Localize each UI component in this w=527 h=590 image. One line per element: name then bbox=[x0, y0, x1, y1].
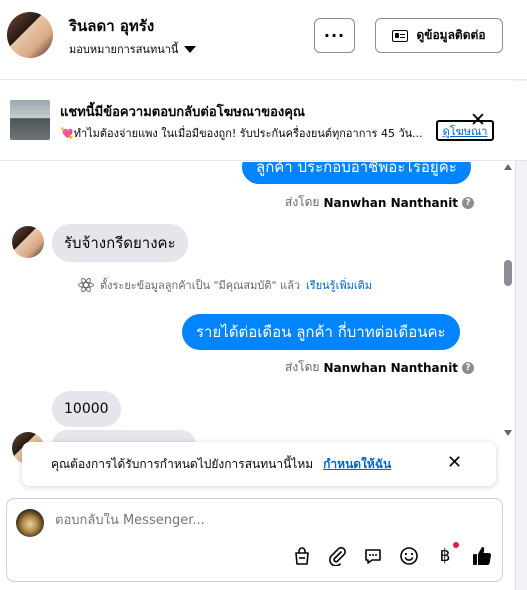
assign-reminder-popup: คุณต้องการได้รับการกำหนดไปยังการสนทนานี้… bbox=[22, 442, 496, 486]
sent-by-label: ส่งโดย Nanwhan Nanthanit ? bbox=[285, 193, 475, 212]
sent-by-label: ส่งโดย Nanwhan Nanthanit ? bbox=[285, 358, 475, 377]
id-card-icon bbox=[392, 29, 409, 42]
notification-dot bbox=[453, 542, 459, 548]
conversation-header: รินลดา อุทรัง มอบหมายการสนทนานี้ ··· ดูข… bbox=[0, 0, 527, 80]
incoming-message[interactable]: รับจ้างกรีดยางคะ bbox=[52, 224, 188, 262]
assign-label: มอบหมายการสนทนานี้ bbox=[69, 43, 179, 56]
shopping-bag-icon[interactable] bbox=[291, 545, 313, 567]
sent-by-prefix: ส่งโดย bbox=[285, 360, 320, 374]
atom-icon bbox=[78, 276, 94, 294]
saved-replies-icon[interactable] bbox=[362, 545, 384, 567]
learn-more-link[interactable]: เรียนรู้เพิ่มเติม bbox=[306, 276, 372, 294]
scroll-thumb[interactable] bbox=[504, 260, 512, 286]
close-icon[interactable]: ✕ bbox=[447, 454, 462, 472]
page-avatar bbox=[16, 509, 44, 537]
scroll-up-arrow-icon[interactable] bbox=[504, 164, 512, 170]
thread-scrollbar[interactable] bbox=[503, 162, 515, 437]
paperclip-icon[interactable] bbox=[326, 545, 348, 567]
contact-avatar-small[interactable] bbox=[12, 226, 44, 258]
ad-banner-description: 💘ทำไมต้องจ่ายแพง ในเมื่อมีของถูก! รับประ… bbox=[60, 127, 423, 140]
assign-conversation-dropdown[interactable]: มอบหมายการสนทนานี้ bbox=[69, 40, 197, 58]
view-contact-info-button[interactable]: ดูข้อมูลติดต่อ bbox=[375, 18, 503, 53]
caret-down-icon bbox=[184, 45, 197, 53]
more-options-icon: ··· bbox=[323, 26, 346, 45]
scroll-down-arrow-icon[interactable] bbox=[504, 430, 512, 436]
ad-banner-title: แชทนี้มีข้อความตอบกลับต่อโฆษณาของคุณ bbox=[60, 105, 305, 120]
system-note-text: ตั้งระยะข้อมูลลูกค้าเป็น "มีคุณสมบัติ" แ… bbox=[100, 279, 301, 292]
emoji-icon[interactable] bbox=[398, 545, 420, 567]
message-composer: ฿ bbox=[6, 498, 503, 582]
help-icon[interactable]: ? bbox=[462, 361, 475, 374]
sent-by-prefix: ส่งโดย bbox=[285, 195, 320, 209]
help-icon[interactable]: ? bbox=[462, 196, 475, 209]
more-options-button[interactable]: ··· bbox=[314, 18, 355, 53]
outgoing-message[interactable]: รายได้ต่อเดือน ลูกค้า กี่บาทต่อเดือนคะ bbox=[182, 314, 460, 350]
reminder-text: คุณต้องการได้รับการกำหนดไปยังการสนทนานี้… bbox=[51, 456, 314, 471]
assign-to-me-link[interactable]: กำหนดให้ฉัน bbox=[323, 455, 391, 474]
view-contact-info-label: ดูข้อมูลติดต่อ bbox=[416, 28, 486, 42]
system-note: ตั้งระยะข้อมูลลูกค้าเป็น "มีคุณสมบัติ" แ… bbox=[78, 276, 372, 294]
reply-input[interactable] bbox=[55, 513, 475, 528]
contact-avatar[interactable] bbox=[7, 12, 53, 58]
like-thumb-icon[interactable] bbox=[471, 545, 493, 567]
contact-name: รินลดา อุทรัง bbox=[69, 17, 155, 35]
incoming-message[interactable]: 10000 bbox=[52, 391, 121, 427]
sender-name: Nanwhan Nanthanit bbox=[323, 195, 459, 210]
ad-reply-banner: แชทนี้มีข้อความตอบกลับต่อโฆษณาของคุณ 💘ทำ… bbox=[0, 81, 527, 161]
close-icon[interactable]: ✕ bbox=[470, 111, 486, 130]
ad-thumbnail bbox=[10, 100, 50, 140]
sender-name: Nanwhan Nanthanit bbox=[323, 360, 459, 375]
outgoing-message[interactable]: ลูกค้า ประกอบอาชีพอะไรอยู่คะ bbox=[242, 162, 471, 184]
payment-baht-icon[interactable]: ฿ bbox=[434, 545, 456, 567]
